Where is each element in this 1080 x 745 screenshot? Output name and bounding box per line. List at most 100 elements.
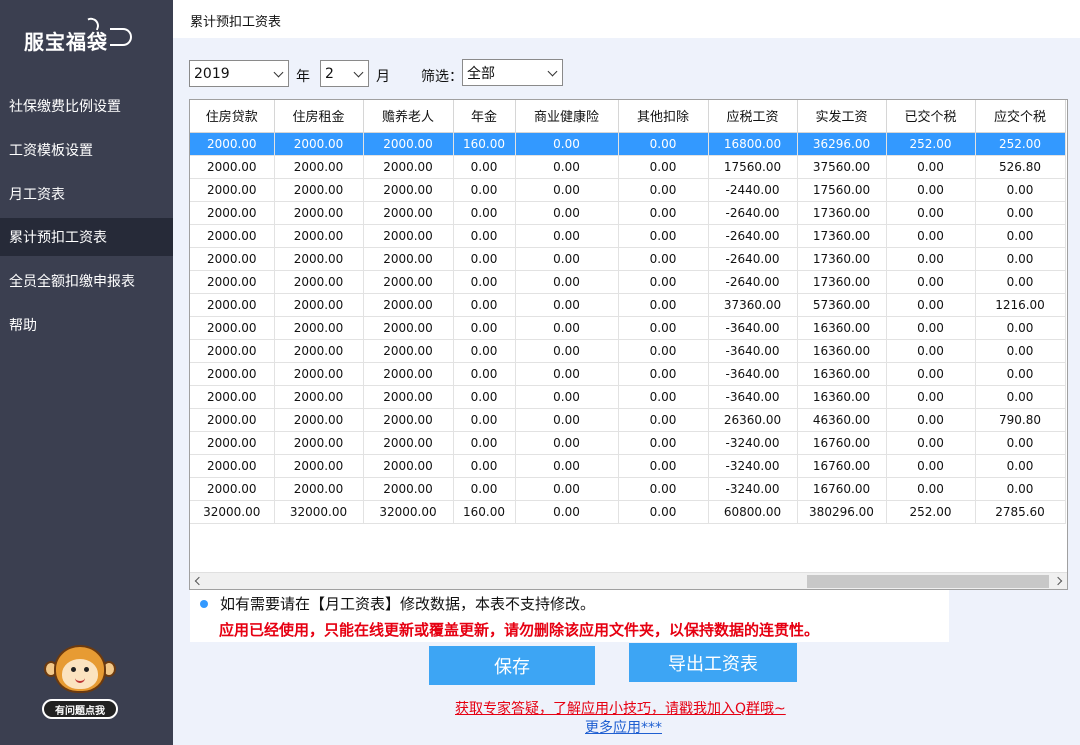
column-header[interactable]: 实发工资 xyxy=(797,100,887,133)
table-cell: 2000.00 xyxy=(274,339,364,363)
column-header[interactable]: 商业健康险 xyxy=(515,100,619,133)
export-salary-button[interactable]: 导出工资表 xyxy=(629,643,797,682)
nav-item-full-declaration[interactable]: 全员全额扣缴申报表 xyxy=(0,262,173,300)
table-cell: 2000.00 xyxy=(363,339,454,363)
table-cell: 0.00 xyxy=(618,132,709,156)
monkey-face xyxy=(62,659,98,689)
table-cell: 0.00 xyxy=(975,385,1066,409)
table-cell: 57360.00 xyxy=(797,293,887,317)
column-header[interactable]: 已交个税 xyxy=(886,100,976,133)
column-header[interactable]: 赡养老人 xyxy=(363,100,454,133)
nav-item-cumulative-withholding[interactable]: 累计预扣工资表 xyxy=(0,218,173,256)
table-cell: 2000.00 xyxy=(363,316,454,340)
table-row[interactable]: 2000.00 2000.00 2000.00 0.00 0.00 0.00 -3640.0… xyxy=(190,316,1066,340)
scrollbar-thumb[interactable] xyxy=(807,575,1049,588)
filter-select[interactable]: 全部 xyxy=(462,59,563,86)
table-cell: 17560.00 xyxy=(708,155,798,179)
chevron-down-icon xyxy=(273,67,284,78)
cumulative-salary-table: 住房贷款 住房租金 赡养老人 年金 商业健康险 其他扣除 应税工资 实发工资 已… xyxy=(190,100,1066,524)
table-row[interactable]: 32000.00 32000.00 32000.00 160.00 0.00 0.00 60… xyxy=(190,500,1066,524)
notice-warning: 应用已经使用，只能在线更新或覆盖更新，请勿删除该应用文件夹，以保持数据的连贯性。 xyxy=(219,621,820,639)
table-row[interactable]: 2000.00 2000.00 2000.00 0.00 0.00 0.00 -3640.0… xyxy=(190,385,1066,409)
nav-item-social-insurance-ratio[interactable]: 社保缴费比例设置 xyxy=(0,87,173,125)
table-cell: 2000.00 xyxy=(190,178,275,202)
help-mascot[interactable]: 有问题点我 xyxy=(40,645,120,721)
table-cell: 16760.00 xyxy=(797,454,887,478)
column-header[interactable]: 住房租金 xyxy=(274,100,364,133)
table-cell: 0.00 xyxy=(886,477,976,501)
table-cell: 0.00 xyxy=(618,224,709,248)
horizontal-scrollbar[interactable] xyxy=(190,572,1067,589)
expert-qa-link[interactable]: 获取专家答疑，了解应用小技巧，请戳我加入Q群哦~ xyxy=(455,698,786,718)
nav-item-help[interactable]: 帮助 xyxy=(0,306,173,344)
table-row[interactable]: 2000.00 2000.00 2000.00 0.00 0.00 0.00 26360.0… xyxy=(190,408,1066,432)
table-row[interactable]: 2000.00 2000.00 2000.00 0.00 0.00 0.00 -2640.0… xyxy=(190,270,1066,294)
table-row[interactable]: 2000.00 2000.00 2000.00 0.00 0.00 0.00 17560.0… xyxy=(190,155,1066,179)
table-cell: 2000.00 xyxy=(274,431,364,455)
table-cell: 0.00 xyxy=(618,247,709,271)
table-cell: 0.00 xyxy=(453,316,516,340)
table-row[interactable]: 2000.00 2000.00 2000.00 0.00 0.00 0.00 -3240.0… xyxy=(190,454,1066,478)
table-row[interactable]: 2000.00 2000.00 2000.00 0.00 0.00 0.00 -3240.0… xyxy=(190,477,1066,501)
nav-item-monthly-salary[interactable]: 月工资表 xyxy=(0,175,173,213)
table-row[interactable]: 2000.00 2000.00 2000.00 0.00 0.00 0.00 -3640.0… xyxy=(190,339,1066,363)
table-row[interactable]: 2000.00 2000.00 2000.00 0.00 0.00 0.00 -3640.0… xyxy=(190,362,1066,386)
column-header[interactable]: 应税工资 xyxy=(708,100,798,133)
table-cell: 17360.00 xyxy=(797,201,887,225)
table-row[interactable]: 2000.00 2000.00 2000.00 0.00 0.00 0.00 -3240.0… xyxy=(190,431,1066,455)
table-row[interactable]: 2000.00 2000.00 2000.00 0.00 0.00 0.00 -2640.0… xyxy=(190,224,1066,248)
table-cell: 0.00 xyxy=(515,477,619,501)
table-row[interactable]: 2000.00 2000.00 2000.00 0.00 0.00 0.00 -2640.0… xyxy=(190,247,1066,271)
year-select[interactable]: 2019 xyxy=(189,60,289,87)
table-cell: 0.00 xyxy=(515,178,619,202)
table-cell: 0.00 xyxy=(515,132,619,156)
table-cell: 0.00 xyxy=(886,270,976,294)
page-header: 累计预扣工资表 xyxy=(173,0,1080,38)
nav-item-label: 累计预扣工资表 xyxy=(9,230,107,246)
nav-item-salary-template[interactable]: 工资模板设置 xyxy=(0,131,173,169)
column-header[interactable]: 住房贷款 xyxy=(190,100,275,133)
table-cell: -2640.00 xyxy=(708,270,798,294)
table-cell: -3640.00 xyxy=(708,316,798,340)
table-cell: 2000.00 xyxy=(190,431,275,455)
table-cell: 0.00 xyxy=(886,293,976,317)
table-cell: 0.00 xyxy=(515,270,619,294)
salary-table-container[interactable]: 住房贷款 住房租金 赡养老人 年金 商业健康险 其他扣除 应税工资 实发工资 已… xyxy=(189,99,1068,590)
table-cell: 32000.00 xyxy=(363,500,454,524)
table-cell: 37360.00 xyxy=(708,293,798,317)
table-cell: 2000.00 xyxy=(274,155,364,179)
nav-item-label: 社保缴费比例设置 xyxy=(9,99,121,115)
table-cell: 0.00 xyxy=(975,247,1066,271)
month-label: 月 xyxy=(376,69,390,85)
column-header[interactable]: 应交个税 xyxy=(975,100,1066,133)
table-row[interactable]: 2000.00 2000.00 2000.00 0.00 0.00 0.00 37360.0… xyxy=(190,293,1066,317)
bullet-icon xyxy=(200,600,208,608)
table-cell: 0.00 xyxy=(886,385,976,409)
table-cell: 2000.00 xyxy=(363,477,454,501)
table-cell: 0.00 xyxy=(886,155,976,179)
table-cell: 0.00 xyxy=(886,224,976,248)
table-cell: 2000.00 xyxy=(363,408,454,432)
table-cell: -3240.00 xyxy=(708,454,798,478)
table-cell: 2000.00 xyxy=(274,362,364,386)
scroll-right-icon[interactable] xyxy=(1053,576,1063,586)
table-header-row: 住房贷款 住房租金 赡养老人 年金 商业健康险 其他扣除 应税工资 实发工资 已… xyxy=(190,100,1066,133)
table-cell: 0.00 xyxy=(975,339,1066,363)
table-cell: 17560.00 xyxy=(797,178,887,202)
table-row[interactable]: 2000.00 2000.00 2000.00 0.00 0.00 0.00 -2440.0… xyxy=(190,178,1066,202)
column-header[interactable]: 年金 xyxy=(453,100,516,133)
table-cell: 32000.00 xyxy=(190,500,275,524)
table-cell: 0.00 xyxy=(515,224,619,248)
table-row[interactable]: 2000.00 2000.00 2000.00 160.00 0.00 0.00 16800… xyxy=(190,132,1066,156)
month-select[interactable]: 2 xyxy=(320,60,369,87)
table-cell: 2000.00 xyxy=(190,316,275,340)
table-cell: 0.00 xyxy=(618,293,709,317)
table-cell: 0.00 xyxy=(618,201,709,225)
table-row[interactable]: 2000.00 2000.00 2000.00 0.00 0.00 0.00 -2640.0… xyxy=(190,201,1066,225)
app-logo: 服宝福袋 xyxy=(0,0,173,80)
save-button[interactable]: 保存 xyxy=(429,646,595,685)
column-header[interactable]: 其他扣除 xyxy=(618,100,709,133)
scroll-left-icon[interactable] xyxy=(194,576,204,586)
table-cell: 0.00 xyxy=(515,408,619,432)
more-apps-link[interactable]: 更多应用*** xyxy=(585,717,662,737)
